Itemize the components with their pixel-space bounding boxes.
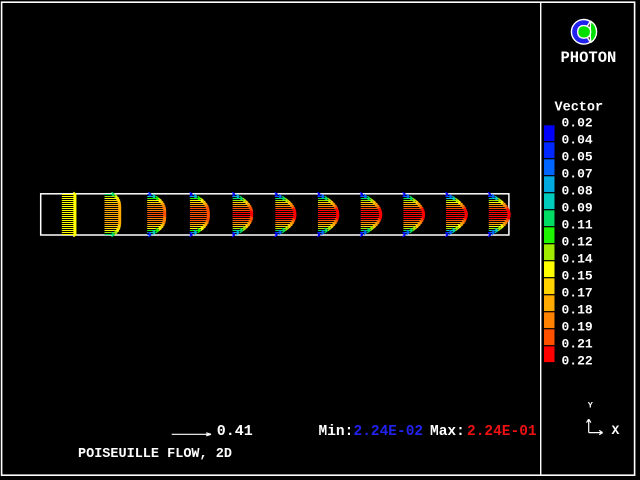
svg-text:Y: Y: [588, 401, 594, 411]
svg-text:0.17: 0.17: [562, 285, 593, 300]
svg-text:0.08: 0.08: [562, 183, 593, 198]
svg-text:0.15: 0.15: [562, 268, 593, 283]
svg-text:0.22: 0.22: [562, 353, 593, 368]
svg-text:0.02: 0.02: [562, 115, 593, 130]
svg-text:0.18: 0.18: [562, 302, 593, 317]
svg-text:0.41: 0.41: [217, 423, 253, 440]
svg-text:0.04: 0.04: [562, 132, 593, 147]
svg-text:PHOTON: PHOTON: [561, 49, 617, 67]
svg-text:0.09: 0.09: [562, 200, 593, 215]
svg-text:Vector: Vector: [555, 101, 604, 116]
svg-text:Max:: Max:: [430, 424, 465, 440]
svg-text:2.24E-01: 2.24E-01: [467, 424, 537, 440]
svg-text:0.21: 0.21: [562, 336, 593, 351]
svg-text:POISEUILLE FLOW, 2D: POISEUILLE FLOW, 2D: [78, 447, 232, 462]
svg-text:0.12: 0.12: [562, 234, 593, 249]
svg-text:0.05: 0.05: [562, 149, 593, 164]
svg-text:0.14: 0.14: [562, 251, 593, 266]
svg-text:Min:: Min:: [319, 424, 354, 440]
svg-text:2.24E-02: 2.24E-02: [354, 424, 424, 440]
svg-text:X: X: [612, 423, 620, 438]
svg-text:0.11: 0.11: [562, 217, 593, 232]
svg-text:0.19: 0.19: [562, 319, 593, 334]
svg-text:0.07: 0.07: [562, 166, 593, 181]
